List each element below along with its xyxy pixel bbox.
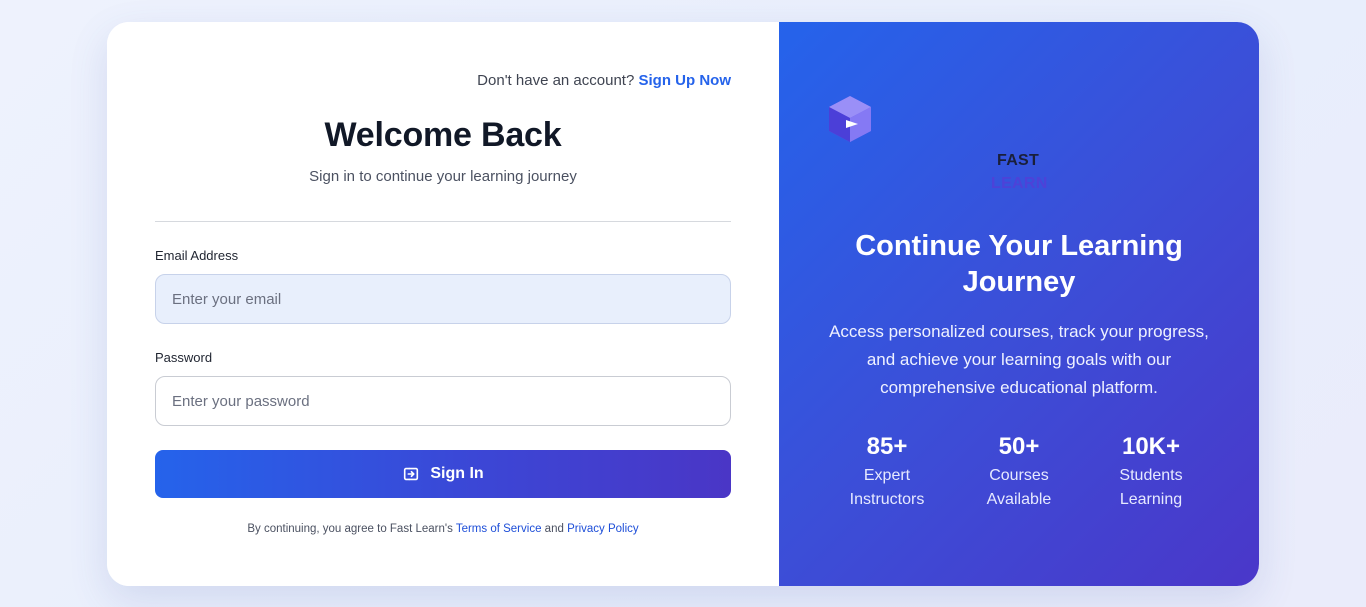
page-title: Welcome Back <box>324 116 562 154</box>
stat-courses: 50+ Courses Available <box>977 432 1061 512</box>
terms-of-service-link[interactable]: Terms of Service <box>456 523 542 535</box>
signup-prompt-row: Don't have an account? Sign Up Now <box>477 72 731 89</box>
password-field[interactable] <box>155 376 731 426</box>
signup-link[interactable]: Sign Up Now <box>639 72 732 89</box>
sign-in-label: Sign In <box>430 465 484 482</box>
email-label: Email Address <box>155 248 239 263</box>
stat-label: Students Learning <box>1119 467 1183 508</box>
terms-conjunction: and <box>544 523 564 535</box>
brand-name-learn: LEARN <box>991 175 1048 192</box>
signup-prompt-text: Don't have an account? <box>477 72 635 89</box>
stat-instructors: 85+ Expert Instructors <box>845 432 929 512</box>
promo-panel: FAST LEARN Continue Your Learning Journe… <box>779 22 1259 586</box>
stat-label: Expert Instructors <box>849 467 925 508</box>
login-card: Don't have an account? Sign Up Now Welco… <box>107 22 1259 586</box>
stats-row: 85+ Expert Instructors 50+ Courses Avail… <box>819 432 1219 512</box>
promo-title: Continue Your Learning Journey <box>855 230 1183 298</box>
stat-value: 85+ <box>866 433 908 460</box>
stat-value: 10K+ <box>1121 433 1181 460</box>
terms-notice: By continuing, you agree to Fast Learn's… <box>107 523 779 535</box>
divider <box>155 221 731 222</box>
stat-label: Courses Available <box>986 467 1052 508</box>
password-label: Password <box>155 350 213 365</box>
login-panel: Don't have an account? Sign Up Now Welco… <box>107 22 779 586</box>
stat-value: 50+ <box>998 433 1040 460</box>
stat-students: 10K+ Students Learning <box>1109 432 1193 512</box>
login-icon <box>402 465 420 483</box>
page-subtitle: Sign in to continue your learning journe… <box>309 168 577 185</box>
email-field[interactable] <box>155 274 731 324</box>
terms-prefix: By continuing, you agree to Fast Learn's <box>247 523 453 535</box>
brand-name-fast: FAST <box>997 152 1040 169</box>
cube-play-icon <box>825 94 875 146</box>
sign-in-button[interactable]: Sign In <box>155 450 731 498</box>
promo-description: Access personalized courses, track your … <box>829 322 1209 397</box>
privacy-policy-link[interactable]: Privacy Policy <box>567 523 639 535</box>
